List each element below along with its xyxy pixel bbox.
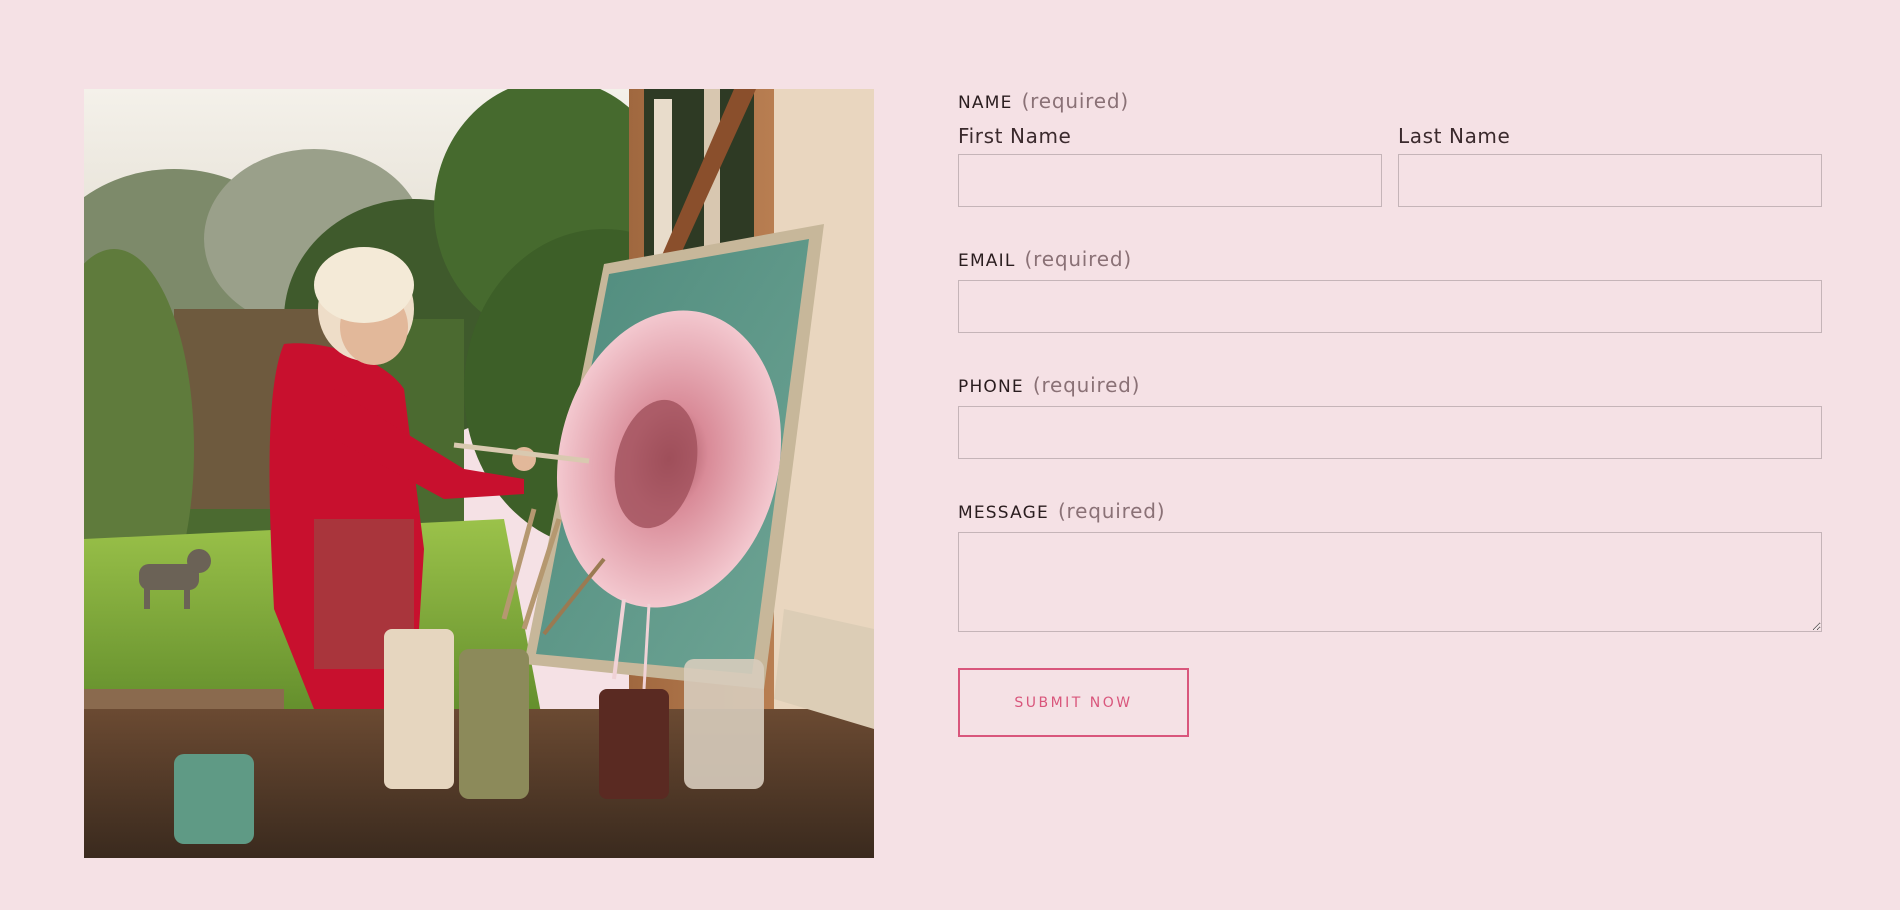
message-required-hint: (required) xyxy=(1057,499,1166,523)
phone-field-group: PHONE (required) xyxy=(958,373,1822,459)
phone-label: PHONE xyxy=(958,377,1024,397)
first-name-input[interactable] xyxy=(958,154,1382,207)
email-label-row: EMAIL (required) xyxy=(958,247,1822,275)
message-field-group: MESSAGE (required) xyxy=(958,499,1822,632)
name-label-row: NAME (required) xyxy=(958,89,1822,117)
email-required-hint: (required) xyxy=(1024,247,1132,271)
submit-button[interactable]: SUBMIT NOW xyxy=(958,668,1189,737)
artist-photo xyxy=(84,89,874,858)
message-label-row: MESSAGE (required) xyxy=(958,499,1822,527)
email-input[interactable] xyxy=(958,280,1822,333)
last-name-input[interactable] xyxy=(1398,154,1822,207)
message-label: MESSAGE xyxy=(958,503,1049,523)
message-textarea[interactable] xyxy=(958,532,1822,632)
phone-required-hint: (required) xyxy=(1032,373,1141,397)
phone-input[interactable] xyxy=(958,406,1822,459)
contact-form: NAME (required) First Name Last Name EMA… xyxy=(958,89,1822,737)
name-label: NAME xyxy=(958,93,1013,113)
last-name-label: Last Name xyxy=(1398,124,1511,148)
first-name-column: First Name xyxy=(958,124,1382,207)
email-field-group: EMAIL (required) xyxy=(958,247,1822,333)
first-name-label: First Name xyxy=(958,124,1072,148)
contact-page: NAME (required) First Name Last Name EMA… xyxy=(0,0,1900,910)
name-required-hint: (required) xyxy=(1021,89,1129,113)
phone-label-row: PHONE (required) xyxy=(958,373,1822,401)
last-name-column: Last Name xyxy=(1398,124,1822,207)
email-label: EMAIL xyxy=(958,251,1016,271)
artist-photo-illustration xyxy=(84,89,874,858)
name-grid: First Name Last Name xyxy=(958,124,1822,207)
name-field-group: NAME (required) First Name Last Name xyxy=(958,89,1822,207)
